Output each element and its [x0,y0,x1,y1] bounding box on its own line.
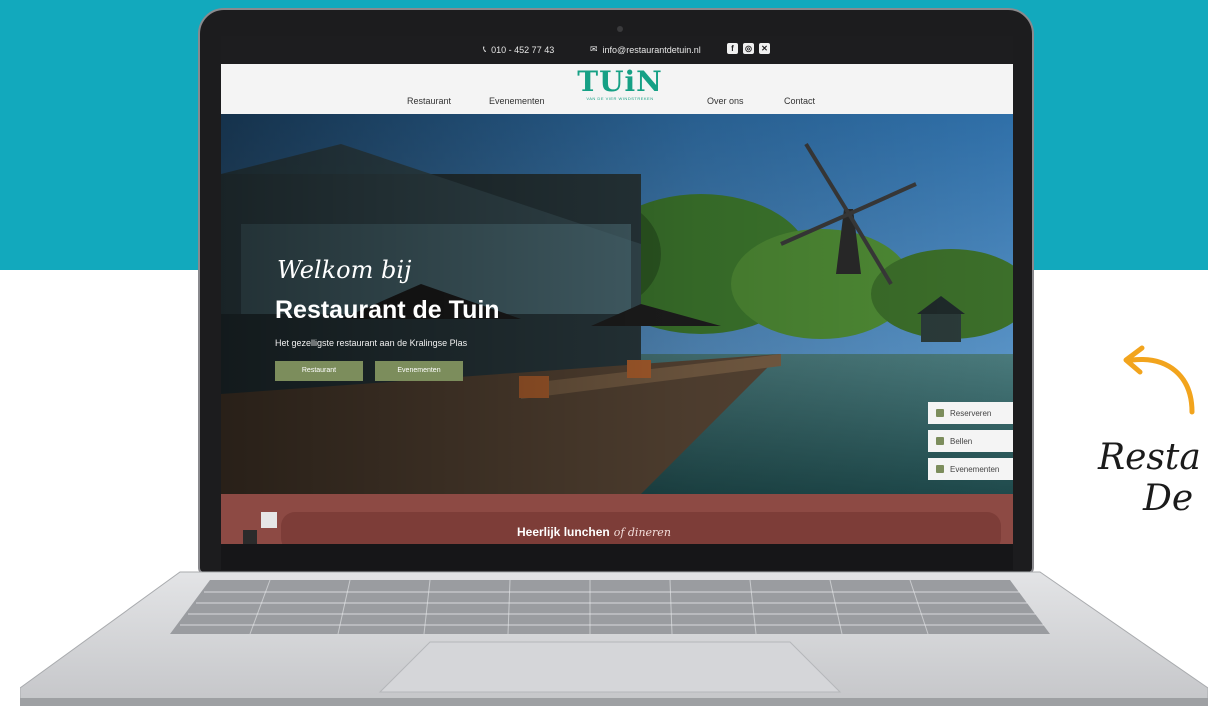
hero-title: Restaurant de Tuin [275,296,500,324]
caption-line-2: De [1143,478,1194,519]
laptop-chin [221,544,1013,570]
site-logo[interactable]: TUiN VAN DE VIER WINDSTREKEN [575,68,665,104]
instagram-icon[interactable]: ◎ [743,43,754,54]
reserveren-button[interactable]: Reserveren [928,402,1013,424]
laptop-keyboard-deck [20,571,1208,706]
nav-restaurant[interactable]: Restaurant [407,96,451,106]
main-navigation: Restaurant Evenementen TUiN VAN DE VIER … [221,64,1013,114]
phone-number: 010 - 452 77 43 [491,44,555,55]
hero-welcome: Welkom bij [277,256,412,284]
decor-square-light [261,512,277,528]
lunch-heading-script: of dineren [613,526,671,539]
x-icon[interactable]: ✕ [759,43,770,54]
bellen-label: Bellen [950,436,973,446]
cocktail-icon [936,465,944,473]
phone-link[interactable]: 📞︎ 010 - 452 77 43 [483,44,554,55]
hero-subtitle: Het gezelligste restaurant aan de Kralin… [275,338,468,348]
hero-restaurant-button[interactable]: Restaurant [275,361,363,381]
phone-icon: 📞︎ [483,44,487,54]
decor-square-dark [243,530,257,544]
laptop-screen: 📞︎ 010 - 452 77 43 ✉ info@restaurantdetu… [221,36,1013,544]
lunch-heading: Heerlijk lunchen of dineren [517,525,671,539]
email-address: info@restaurantdetuin.nl [602,44,701,55]
calendar-icon [936,409,944,417]
phone-icon [936,437,944,445]
caption-line-1: Resta [1098,437,1201,478]
social-links: f ◎ ✕ [727,43,770,54]
curved-arrow-icon [1123,345,1195,415]
hero-section: Welkom bij Restaurant de Tuin Het gezell… [221,114,1013,494]
evenementen-side-button[interactable]: Evenementen [928,458,1013,480]
logo-wordmark: TUiN [577,65,663,98]
nav-contact[interactable]: Contact [784,96,815,106]
lunch-section: Heerlijk lunchen of dineren [221,494,1013,544]
lunch-heading-bold: Heerlijk lunchen [517,525,610,539]
reserveren-label: Reserveren [950,408,992,418]
bellen-button[interactable]: Bellen [928,430,1013,452]
contact-bar: 📞︎ 010 - 452 77 43 ✉ info@restaurantdetu… [221,36,1013,64]
nav-over-ons[interactable]: Over ons [707,96,744,106]
facebook-icon[interactable]: f [727,43,738,54]
nav-evenementen[interactable]: Evenementen [489,96,545,106]
mail-icon: ✉ [590,44,598,54]
logo-tagline: VAN DE VIER WINDSTREKEN [586,96,654,101]
camera-icon [617,26,623,32]
email-link[interactable]: ✉ info@restaurantdetuin.nl [590,44,701,55]
evenementen-side-label: Evenementen [950,464,1000,474]
hero-evenementen-button[interactable]: Evenementen [375,361,463,381]
